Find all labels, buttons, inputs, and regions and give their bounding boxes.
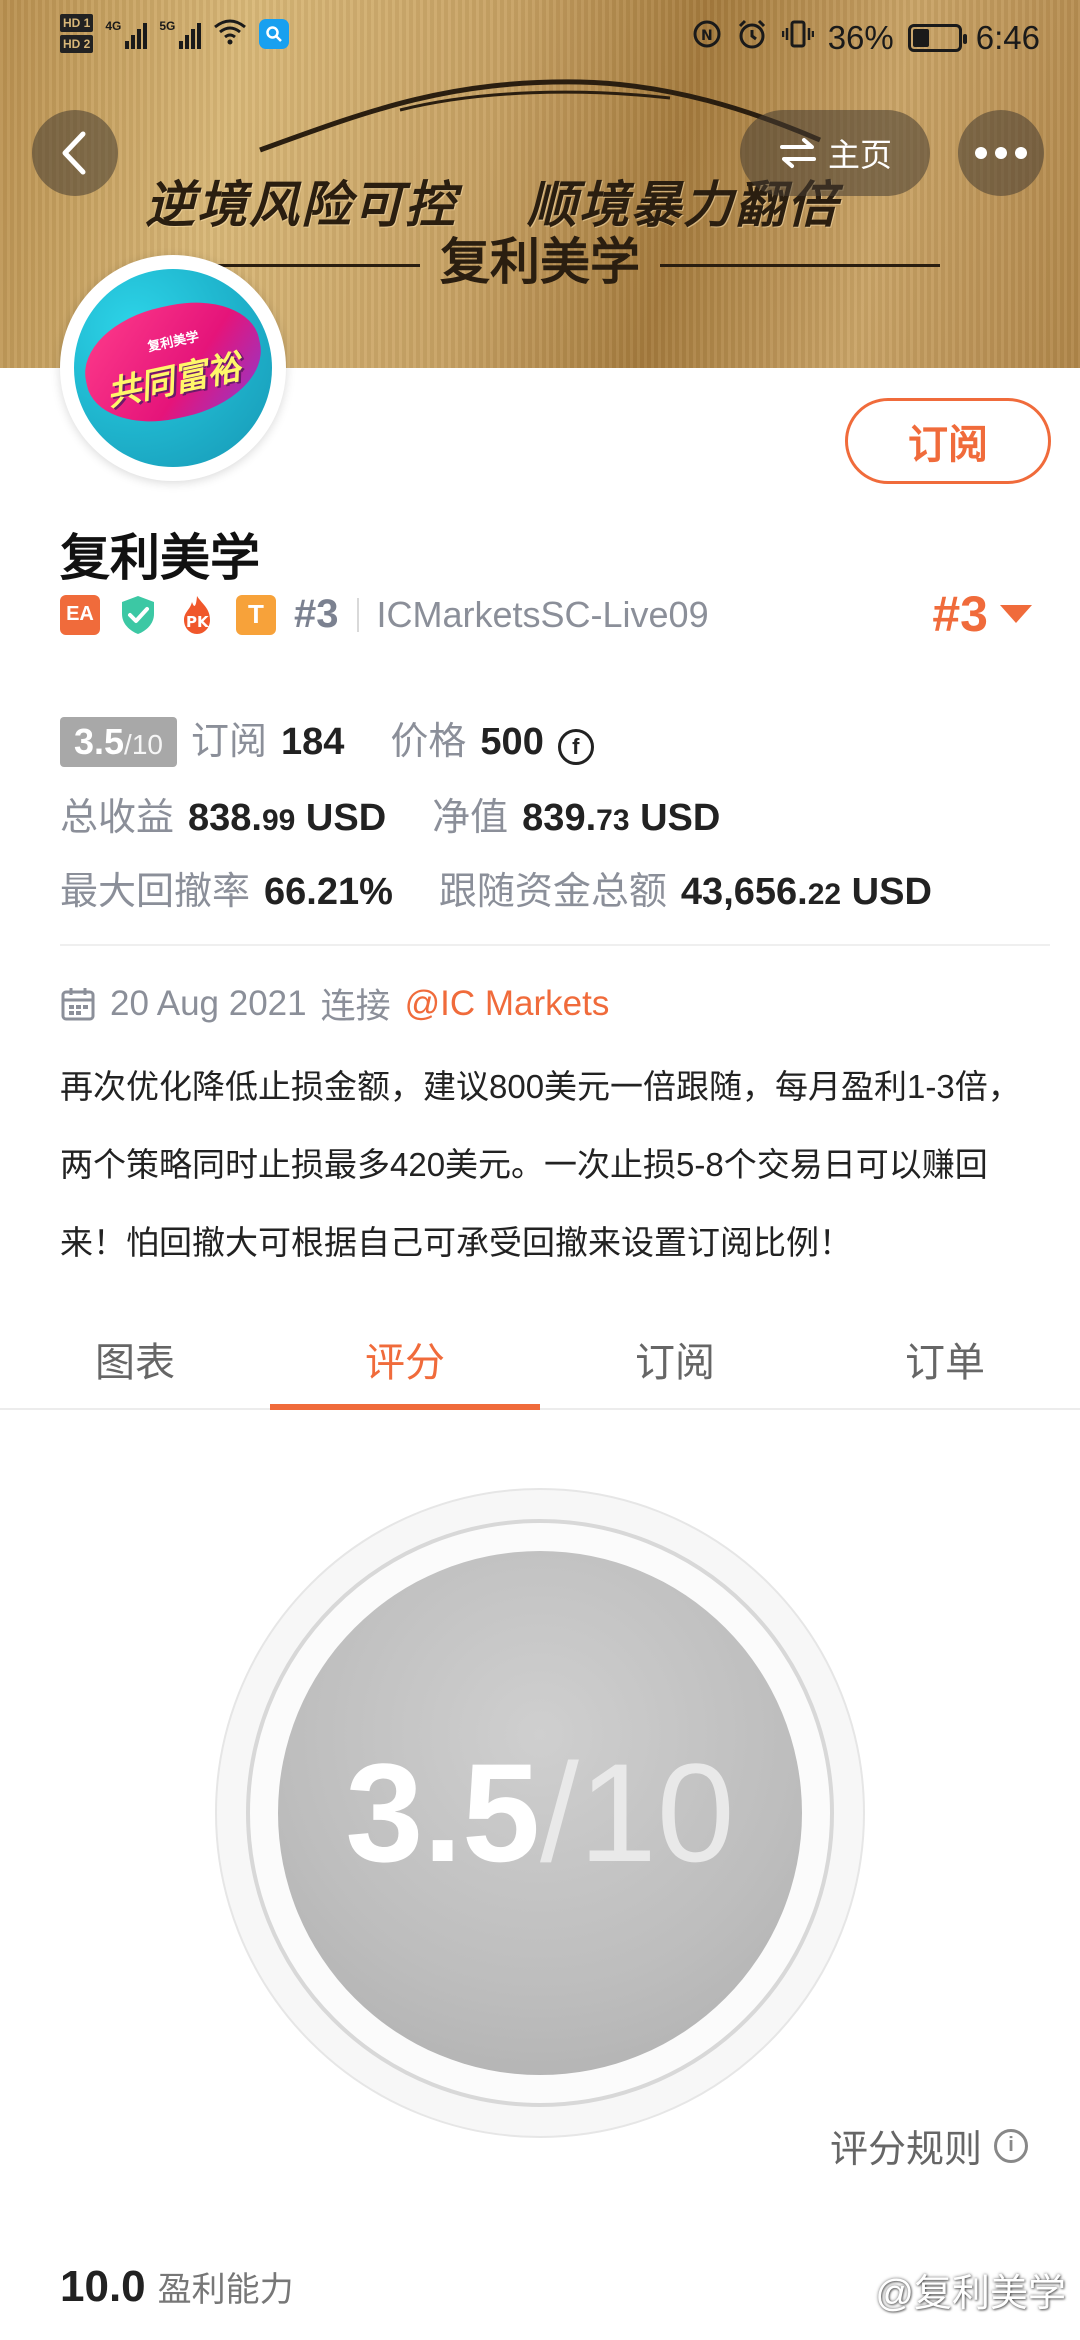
profile-name: 复利美学 [60,530,260,586]
subs-value: 184 [281,721,345,763]
network-5g-label: 5G [159,18,176,33]
score-pill: 3.5/10 [60,717,177,767]
switch-arrows-icon [779,138,816,168]
home-button[interactable]: 主页 [740,110,930,196]
connect-date: 20 Aug 2021 [110,983,307,1023]
clock-time: 6:46 [975,19,1040,56]
tab-orders[interactable]: 订单 [810,1310,1080,1408]
info-icon: i [994,2128,1028,2163]
search-app-icon [259,18,290,49]
follow-funds-value: 43,656.22 USD [680,871,932,913]
tab-chart[interactable]: 图表 [0,1310,270,1408]
tab-bar: 图表 评分 订阅 订单 [0,1310,1080,1410]
price-value: 500 [480,721,544,763]
equity-value: 839.73 USD [522,797,721,839]
watermark: @复利美学 [835,2262,1066,2317]
gauge-score-den: /10 [540,1734,735,1891]
svg-text:N: N [701,28,713,44]
section-divider [60,944,1050,946]
home-button-label: 主页 [827,137,892,173]
equity-label: 净值 [432,797,509,839]
profile-badges: EA PK T #3 ICMarketsSC-Live09 [60,592,709,637]
nfc-icon: N [692,19,722,57]
strategy-description: 再次优化降低止损金额，建议800美元一倍跟随，每月盈利1-3倍，两个策略同时止损… [60,1068,1021,1261]
stats-row-3: 最大回撤率 66.21% 跟随资金总额 43,656.22 USD [60,860,932,915]
score-gauge: 3.5/10 [278,1551,802,2075]
back-button[interactable] [32,110,118,196]
ea-badge-icon: EA [60,594,100,635]
hd2-icon: HD 2 [60,35,94,53]
watermark-text: @复利美学 [875,2273,1066,2315]
divider-vertical [356,597,359,632]
alarm-icon [736,18,768,58]
stats-row-1: 3.5/10 订阅 184 价格 500 f [60,710,594,767]
signal-4g-icon: 4G [105,18,148,49]
hd1-icon: HD 1 [60,14,94,32]
connect-label: 连接 [320,987,391,1026]
tab-subscriptions[interactable]: 订阅 [540,1310,810,1408]
broker-link[interactable]: @IC Markets [405,984,610,1024]
calendar-icon [61,987,95,1020]
weibo-logo-icon [837,2276,869,2301]
banner-subtitle-text: 复利美学 [440,233,640,291]
profitability-metric: 10.0 盈利能力 [60,2262,294,2312]
account-server: ICMarketsSC-Live09 [376,593,709,635]
caret-down-icon [1000,605,1032,623]
t-badge-icon: T [236,594,276,635]
rating-rules-link[interactable]: 评分规则 i [830,2118,1028,2173]
avatar[interactable]: 复利美学 共同富裕 [60,255,286,481]
price-label: 价格 [390,721,467,763]
score-pill-main: 3.5 [74,721,125,762]
gauge-score-main: 3.5 [345,1734,540,1891]
total-profit-value: 838.99 USD [188,797,387,839]
total-profit-label: 总收益 [60,797,175,839]
wifi-icon [213,17,247,51]
status-bar: HD 1 HD 2 4G 5G N 36% 6:46 [0,0,1080,80]
battery-fill [912,29,929,47]
profitability-label: 盈利能力 [157,2271,294,2309]
stats-row-2: 总收益 838.99 USD 净值 839.73 USD [60,786,720,841]
more-options-button[interactable] [958,110,1044,196]
profitability-value: 10.0 [60,2262,146,2311]
rank-big-value: #3 [932,586,988,642]
battery-icon [907,24,967,52]
follow-funds-label: 跟随资金总额 [438,871,667,913]
subscribe-button[interactable]: 订阅 [845,398,1051,484]
pk-flame-icon: PK [184,595,210,634]
subs-label: 订阅 [190,721,267,763]
signal-5g-icon: 5G [159,18,202,49]
verified-shield-icon [122,595,154,634]
chevron-left-icon [62,131,86,175]
vibrate-icon [781,19,814,57]
hd-indicators: HD 1 HD 2 [60,14,94,53]
gauge-score: 3.5/10 [345,1732,734,1894]
score-pill-den: /10 [124,729,163,760]
rank-small: #3 [294,592,339,636]
more-dots-icon [975,147,987,159]
coin-icon: f [557,729,594,765]
drawdown-value: 66.21% [264,871,393,913]
rank-dropdown[interactable]: #3 [932,585,1032,643]
drawdown-label: 最大回撤率 [60,871,251,913]
battery-percent: 36% [827,19,894,56]
connection-info: 20 Aug 2021 连接 @IC Markets [60,978,609,1029]
svg-text:PK: PK [186,613,210,631]
rating-rules-label: 评分规则 [829,2129,982,2171]
tab-rating[interactable]: 评分 [270,1310,540,1410]
network-4g-label: 4G [105,18,122,33]
